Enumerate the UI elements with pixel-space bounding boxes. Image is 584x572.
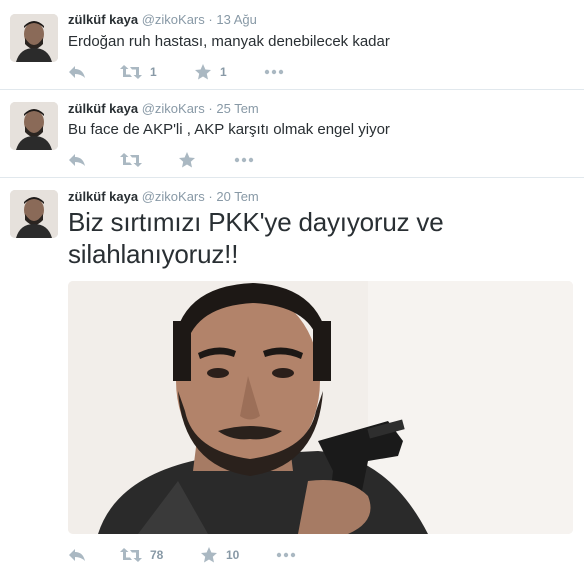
tweet-text: Biz sırtımızı PKK'ye dayıyoruz ve silahl…	[68, 207, 444, 269]
tweet-header: zülküf kaya @zikoKars · 20 Tem	[68, 189, 259, 204]
retweet-button[interactable]: 1	[120, 62, 157, 82]
separator: ·	[208, 189, 213, 204]
favorite-button[interactable]: 10	[200, 545, 239, 565]
username[interactable]: @zikoKars	[142, 101, 205, 116]
tweet-actions	[68, 150, 368, 170]
reply-icon	[68, 152, 86, 168]
username[interactable]: @zikoKars	[142, 12, 205, 27]
reply-icon	[68, 64, 86, 80]
tweet-text: Bu face de AKP'li , AKP karşıtı olmak en…	[68, 121, 390, 138]
favorite-button[interactable]	[178, 150, 204, 170]
timeline: zülküf kaya @zikoKars · 13 Ağu Erdoğan r…	[0, 0, 584, 572]
retweet-icon	[120, 547, 142, 563]
reply-button[interactable]	[68, 62, 86, 82]
retweet-icon	[120, 64, 142, 80]
retweet-count: 1	[150, 65, 157, 79]
more-icon	[276, 552, 296, 558]
separator: ·	[208, 101, 213, 116]
timestamp[interactable]: 25 Tem	[216, 101, 258, 116]
star-icon	[200, 546, 218, 564]
more-icon	[234, 157, 254, 163]
username[interactable]: @zikoKars	[142, 189, 205, 204]
tweet[interactable]: zülküf kaya @zikoKars · 13 Ağu Erdoğan r…	[0, 0, 584, 90]
avatar[interactable]	[10, 14, 58, 62]
reply-icon	[68, 547, 86, 563]
retweet-icon	[120, 152, 142, 168]
more-button[interactable]	[276, 545, 296, 565]
fullname[interactable]: zülküf kaya	[68, 189, 138, 204]
tweet-text: Erdoğan ruh hastası, manyak denebilecek …	[68, 33, 390, 50]
tweet-photo[interactable]	[68, 281, 573, 534]
separator: ·	[208, 12, 213, 27]
favorite-count: 1	[220, 65, 227, 79]
tweet-actions: 78 10	[68, 545, 368, 565]
tweet-header: zülküf kaya @zikoKars · 25 Tem	[68, 101, 259, 116]
fullname[interactable]: zülküf kaya	[68, 12, 138, 27]
more-button[interactable]	[264, 62, 284, 82]
tweet[interactable]: zülküf kaya @zikoKars · 20 Tem Biz sırtı…	[0, 178, 584, 572]
tweet-header: zülküf kaya @zikoKars · 13 Ağu	[68, 12, 257, 27]
retweet-button[interactable]: 78	[120, 545, 163, 565]
reply-button[interactable]	[68, 150, 86, 170]
timestamp[interactable]: 20 Tem	[216, 189, 258, 204]
tweet[interactable]: zülküf kaya @zikoKars · 25 Tem Bu face d…	[0, 90, 584, 178]
avatar[interactable]	[10, 190, 58, 238]
star-icon	[194, 63, 212, 81]
tweet-actions: 1 1	[68, 62, 368, 82]
favorite-count: 10	[226, 548, 240, 562]
more-button[interactable]	[234, 150, 254, 170]
timestamp[interactable]: 13 Ağu	[216, 12, 257, 27]
avatar[interactable]	[10, 102, 58, 150]
retweet-count: 78	[150, 548, 164, 562]
fullname[interactable]: zülküf kaya	[68, 101, 138, 116]
more-icon	[264, 69, 284, 75]
star-icon	[178, 151, 196, 169]
favorite-button[interactable]: 1	[194, 62, 227, 82]
reply-button[interactable]	[68, 545, 86, 565]
retweet-button[interactable]	[120, 150, 150, 170]
